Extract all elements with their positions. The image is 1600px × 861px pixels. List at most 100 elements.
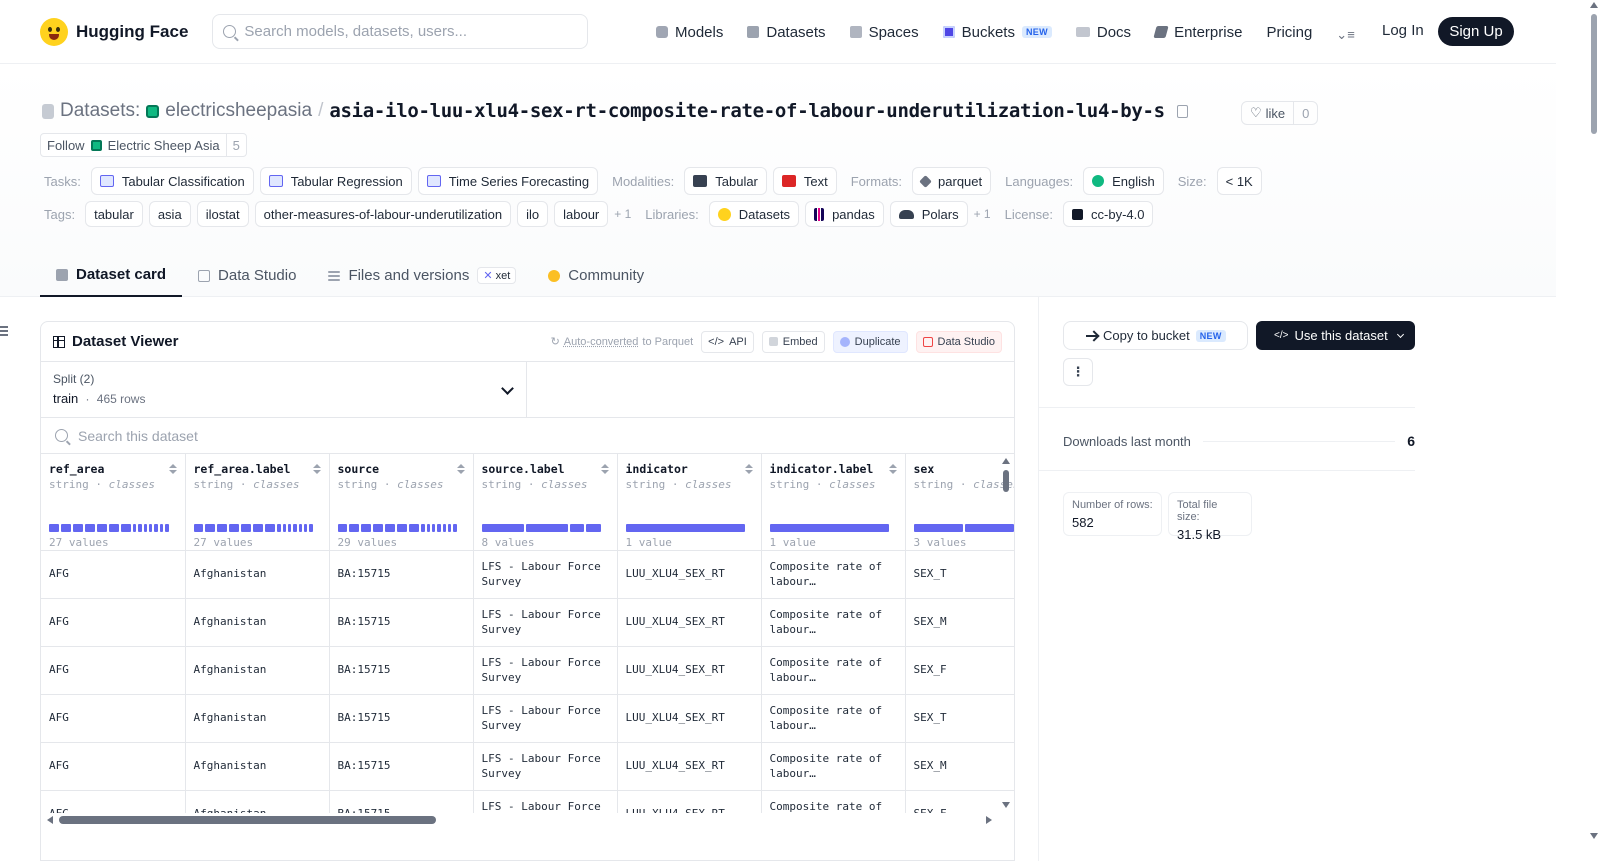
use-this-dataset-button[interactable]: </> Use this dataset (1256, 321, 1415, 350)
distribution-segment[interactable] (143, 524, 148, 532)
distribution-segment[interactable] (121, 524, 132, 532)
nav-docs[interactable]: Docs (1075, 24, 1131, 41)
table-row[interactable]: AFGAfghanistanBA:15715LFS - Labour Force… (41, 742, 1014, 791)
distribution-segment[interactable] (385, 524, 396, 532)
distribution-segment[interactable] (426, 524, 430, 532)
sort-icon[interactable] (888, 464, 897, 474)
library-chip[interactable]: Polars (889, 201, 968, 227)
column-header[interactable]: indicator.label string · classes 1 value (761, 454, 906, 551)
global-search-input[interactable]: Search models, datasets, users... (212, 14, 589, 49)
distribution-segment[interactable] (309, 524, 313, 532)
distribution-segment[interactable] (149, 524, 153, 532)
distribution-segment[interactable] (253, 524, 264, 532)
tags-more-button[interactable]: + 1 (614, 207, 631, 221)
api-button[interactable]: </> API (701, 330, 754, 353)
copy-to-bucket-button[interactable]: Copy to bucket NEW (1063, 321, 1248, 350)
column-header[interactable]: sex string · classes 3 values (905, 454, 1014, 551)
task-chip[interactable]: Tabular Classification (90, 167, 254, 195)
page-scrollbar[interactable] (1588, 0, 1600, 861)
distribution-segment[interactable] (85, 524, 96, 532)
nav-datasets[interactable]: Datasets (747, 24, 826, 41)
nav-models[interactable]: Models (656, 24, 723, 41)
tab-files-and-versions[interactable]: Files and versions ✕ xet (312, 254, 532, 297)
sort-icon[interactable] (312, 464, 321, 474)
signup-button[interactable]: Sign Up (1438, 17, 1514, 46)
copy-icon[interactable] (1176, 104, 1188, 118)
follow-button[interactable]: Follow Electric Sheep Asia 5 (40, 133, 247, 157)
distribution-segment[interactable] (282, 524, 286, 532)
distribution-segment[interactable] (165, 524, 169, 532)
distribution-segment[interactable] (442, 524, 446, 532)
sort-icon[interactable] (168, 464, 177, 474)
nav-enterprise[interactable]: Enterprise (1153, 24, 1242, 41)
table-row[interactable]: AFGAfghanistanBA:15715LFS - Labour Force… (41, 598, 1014, 647)
tag-chip[interactable]: labour (554, 201, 609, 227)
value-distribution-bar[interactable] (481, 524, 601, 532)
distribution-segment[interactable] (913, 524, 963, 532)
distribution-segment[interactable] (97, 524, 108, 532)
org-link[interactable]: electricsheepasia (165, 100, 312, 122)
distribution-segment[interactable] (453, 524, 457, 532)
value-distribution-bar[interactable] (769, 524, 889, 532)
sort-icon[interactable] (456, 464, 465, 474)
distribution-segment[interactable] (570, 524, 585, 532)
distribution-segment[interactable] (397, 524, 408, 532)
license-chip[interactable]: cc-by-4.0 (1063, 201, 1154, 227)
value-distribution-bar[interactable] (337, 524, 457, 532)
distribution-segment[interactable] (73, 524, 84, 532)
value-distribution-bar[interactable] (625, 524, 745, 532)
nav-buckets[interactable]: Buckets NEW (942, 24, 1052, 41)
login-link[interactable]: Log In (1382, 22, 1424, 39)
column-header[interactable]: source string · classes 29 values (329, 454, 474, 551)
more-options-button[interactable]: ⋮ (1063, 358, 1093, 386)
distribution-segment[interactable] (303, 524, 308, 532)
distribution-segment[interactable] (625, 524, 745, 532)
tab-community[interactable]: Community (532, 254, 660, 297)
sort-icon[interactable] (744, 464, 753, 474)
more-menu-button[interactable]: ⌄≡ (1336, 27, 1354, 42)
distribution-segment[interactable] (437, 524, 441, 532)
table-row[interactable]: AFGAfghanistanBA:15715LFS - Labour Force… (41, 694, 1014, 743)
column-header[interactable]: ref_area string · classes 27 values (41, 454, 186, 551)
distribution-segment[interactable] (525, 524, 569, 532)
auto-converted-link[interactable]: Auto-converted (564, 336, 639, 348)
distribution-segment[interactable] (586, 524, 601, 532)
distribution-segment[interactable] (447, 524, 452, 532)
distribution-segment[interactable] (298, 524, 302, 532)
distribution-segment[interactable] (409, 524, 420, 532)
like-button[interactable]: ♡ like 0 (1241, 101, 1319, 125)
like-count[interactable]: 0 (1294, 106, 1317, 121)
distribution-segment[interactable] (337, 524, 348, 532)
tag-chip[interactable]: tabular (85, 201, 143, 227)
nav-spaces[interactable]: Spaces (849, 24, 919, 41)
distribution-segment[interactable] (49, 524, 60, 532)
task-chip[interactable]: Tabular Regression (259, 167, 412, 195)
table-row[interactable]: AFGAfghanistanBA:15715LFS - Labour Force… (41, 550, 1014, 599)
library-chip[interactable]: Datasets (708, 201, 800, 227)
column-header[interactable]: ref_area.label string · classes 27 values (185, 454, 330, 551)
tag-chip[interactable]: asia (148, 201, 191, 227)
distribution-segment[interactable] (133, 524, 137, 532)
distribution-segment[interactable] (361, 524, 372, 532)
distribution-segment[interactable] (241, 524, 252, 532)
tag-chip[interactable]: other-measures-of-labour-underutilizatio… (254, 201, 512, 227)
task-chip[interactable]: Time Series Forecasting (417, 167, 599, 195)
data-studio-button[interactable]: Data Studio (915, 330, 1002, 353)
distribution-segment[interactable] (287, 524, 292, 532)
distribution-segment[interactable] (373, 524, 384, 532)
distribution-segment[interactable] (349, 524, 360, 532)
vertical-scrollbar[interactable] (1002, 458, 1010, 808)
embed-button[interactable]: Embed (761, 330, 825, 353)
libraries-more-button[interactable]: + 1 (974, 207, 991, 221)
hugging-face-logo[interactable]: Hugging Face (40, 17, 188, 46)
value-distribution-bar[interactable] (193, 524, 313, 532)
distribution-segment[interactable] (431, 524, 436, 532)
column-header[interactable]: indicator string · classes 1 value (617, 454, 762, 551)
repo-name[interactable]: asia-ilo-luu-xlu4-sex-rt-composite-rate-… (329, 100, 1165, 122)
distribution-segment[interactable] (481, 524, 524, 532)
modality-chip[interactable]: Text (772, 167, 837, 195)
tag-chip[interactable]: ilostat (196, 201, 249, 227)
library-chip[interactable]: pandas (805, 201, 884, 227)
distribution-segment[interactable] (109, 524, 120, 532)
size-chip[interactable]: < 1K (1216, 167, 1262, 195)
